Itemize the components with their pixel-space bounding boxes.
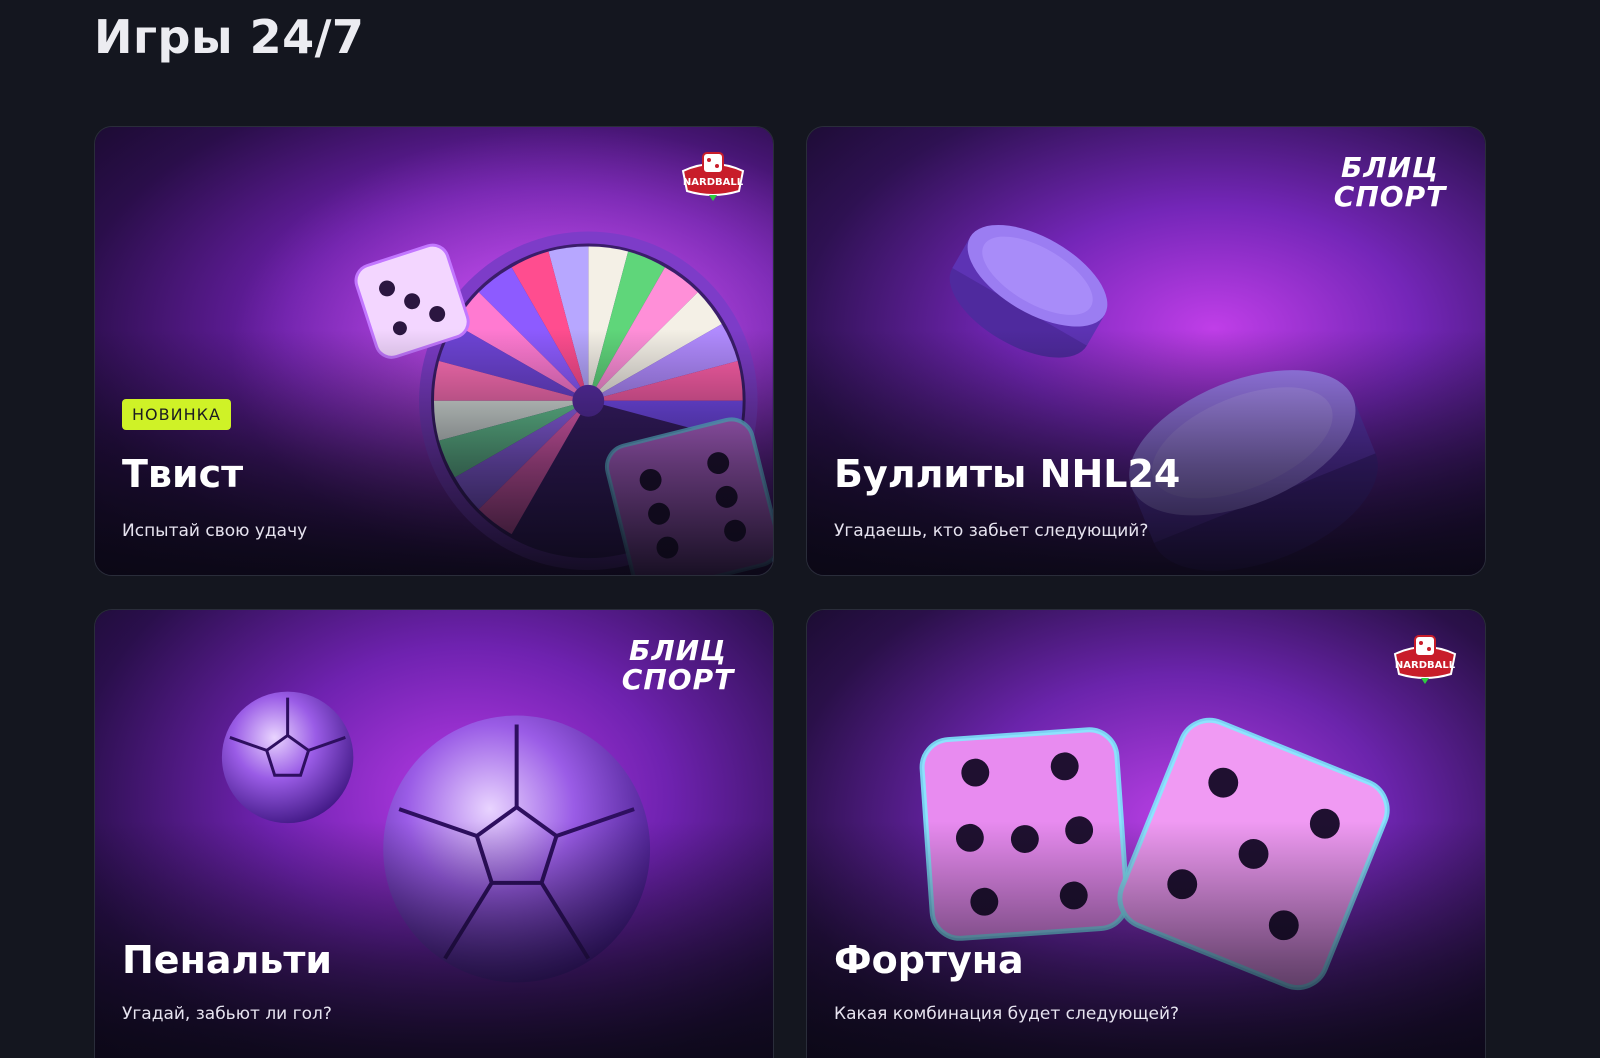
card-title: Твист (122, 452, 244, 496)
games-page: Игры 24/7 NARDBALL НОВИНКА Твист Испытай… (0, 0, 1600, 1058)
svg-text:NARDBALL: NARDBALL (683, 177, 744, 188)
card-subtitle: Испытай свою удачу (122, 521, 308, 541)
blitz-sport-logo: БЛИЦ СПОРТ (1333, 151, 1447, 213)
card-subtitle: Угадай, забьют ли гол? (122, 1004, 332, 1024)
game-card-nhl24-shootout[interactable]: БЛИЦ СПОРТ Буллиты NHL24 Угадаешь, кто з… (806, 126, 1486, 576)
blitz-sport-logo: БЛИЦ СПОРТ (621, 634, 735, 696)
card-title: Пенальти (122, 938, 332, 982)
game-card-twist[interactable]: NARDBALL НОВИНКА Твист Испытай свою удач… (94, 126, 774, 576)
svg-text:NARDBALL: NARDBALL (1395, 660, 1456, 671)
card-subtitle: Угадаешь, кто забьет следующий? (834, 521, 1149, 541)
card-subtitle: Какая комбинация будет следующей? (834, 1004, 1180, 1024)
game-card-fortune[interactable]: NARDBALL Фортуна Какая комбинация будет … (806, 609, 1486, 1058)
nardball-logo: NARDBALL (681, 152, 745, 201)
section-title: Игры 24/7 (94, 10, 365, 64)
card-title: Буллиты NHL24 (834, 452, 1181, 496)
game-card-penalty[interactable]: БЛИЦ СПОРТ Пенальти Угадай, забьют ли го… (94, 609, 774, 1058)
new-badge: НОВИНКА (122, 399, 231, 430)
card-title: Фортуна (834, 938, 1024, 982)
nardball-logo: NARDBALL (1393, 635, 1457, 684)
